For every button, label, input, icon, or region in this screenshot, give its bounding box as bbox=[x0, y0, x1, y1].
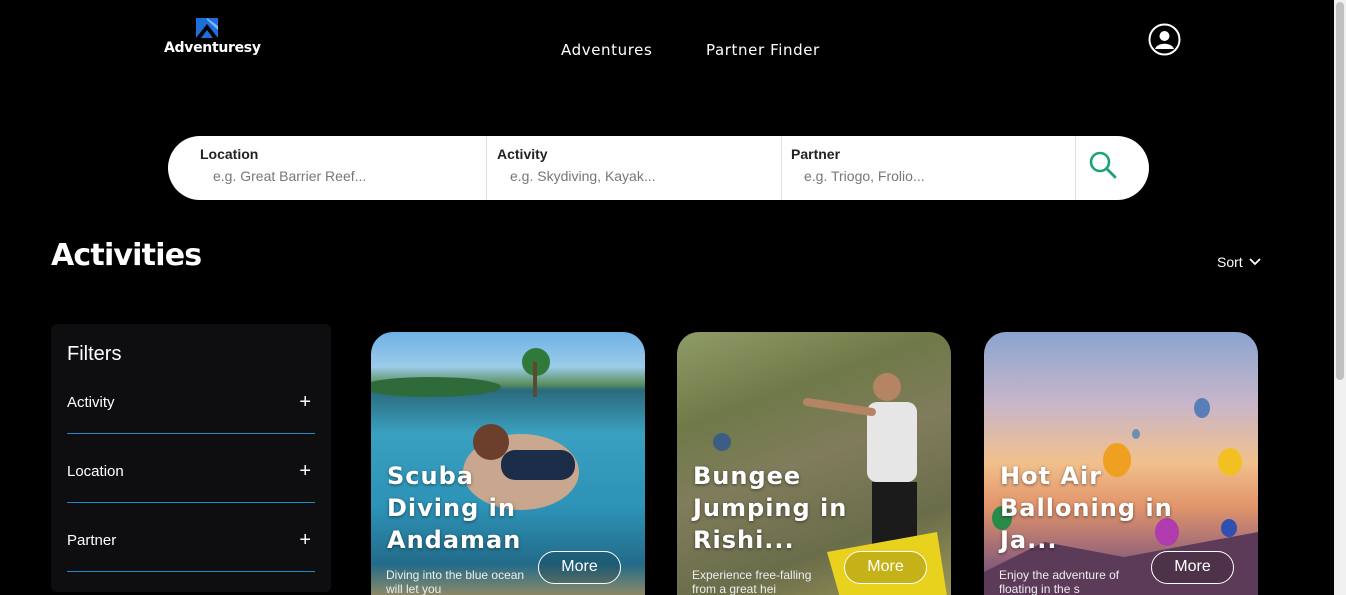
chevron-down-icon bbox=[1249, 258, 1261, 266]
filter-location[interactable]: Location + bbox=[67, 460, 315, 503]
partner-input[interactable]: e.g. Triogo, Frolio... bbox=[804, 168, 925, 184]
card-title: Scuba Diving in Andaman bbox=[387, 462, 522, 554]
search-button[interactable] bbox=[1075, 136, 1149, 200]
card-title: Hot Air Balloning in Ja... bbox=[1000, 462, 1173, 554]
activity-label: Activity bbox=[497, 146, 548, 162]
nav-adventures[interactable]: Adventures bbox=[561, 41, 652, 59]
nav-partner-finder[interactable]: Partner Finder bbox=[706, 41, 820, 59]
filter-partner[interactable]: Partner + bbox=[67, 529, 315, 572]
filter-label: Activity bbox=[67, 394, 115, 411]
location-input[interactable]: e.g. Great Barrier Reef... bbox=[213, 168, 366, 184]
filter-label: Location bbox=[67, 463, 124, 480]
partner-label: Partner bbox=[791, 146, 841, 162]
activity-card-scuba[interactable]: Scuba Diving in Andaman Diving into the … bbox=[371, 332, 645, 595]
more-button[interactable]: More bbox=[538, 551, 621, 584]
card-description: Experience free-falling from a great hei bbox=[692, 568, 812, 595]
brand-logo[interactable]: Adventuresy bbox=[164, 16, 261, 60]
filters-panel: Filters Activity + Location + Partner + bbox=[51, 324, 331, 592]
expand-plus-icon[interactable]: + bbox=[299, 460, 311, 483]
location-label: Location bbox=[200, 146, 259, 162]
more-button[interactable]: More bbox=[844, 551, 927, 584]
filter-label: Partner bbox=[67, 532, 117, 549]
filters-title: Filters bbox=[67, 343, 122, 365]
search-bar: Location e.g. Great Barrier Reef... Acti… bbox=[168, 136, 1149, 200]
page-scrollbar[interactable] bbox=[1334, 0, 1346, 595]
expand-plus-icon[interactable]: + bbox=[299, 529, 311, 552]
scrollbar-thumb[interactable] bbox=[1336, 2, 1344, 380]
partner-field[interactable]: Partner e.g. Triogo, Frolio... bbox=[781, 136, 1076, 200]
sort-label: Sort bbox=[1217, 254, 1243, 270]
activity-card-balloon[interactable]: Hot Air Balloning in Ja... Enjoy the adv… bbox=[984, 332, 1258, 595]
user-circle-icon[interactable] bbox=[1148, 23, 1181, 56]
brand-name: Adventuresy bbox=[164, 40, 261, 56]
mountain-logo-icon bbox=[196, 18, 218, 38]
activity-input[interactable]: e.g. Skydiving, Kayak... bbox=[510, 168, 656, 184]
card-description: Enjoy the adventure of floating in the s bbox=[999, 568, 1120, 595]
card-title: Bungee Jumping in Rishi... bbox=[693, 462, 848, 554]
card-description: Diving into the blue ocean will let you bbox=[386, 568, 525, 595]
search-icon bbox=[1089, 151, 1117, 179]
expand-plus-icon[interactable]: + bbox=[299, 391, 311, 414]
location-field[interactable]: Location e.g. Great Barrier Reef... bbox=[168, 136, 486, 200]
page-title: Activities bbox=[51, 238, 202, 273]
activity-card-bungee[interactable]: Bungee Jumping in Rishi... Experience fr… bbox=[677, 332, 951, 595]
filter-activity[interactable]: Activity + bbox=[67, 391, 315, 434]
activity-field[interactable]: Activity e.g. Skydiving, Kayak... bbox=[486, 136, 781, 200]
more-button[interactable]: More bbox=[1151, 551, 1234, 584]
sort-dropdown[interactable]: Sort bbox=[1217, 254, 1261, 270]
